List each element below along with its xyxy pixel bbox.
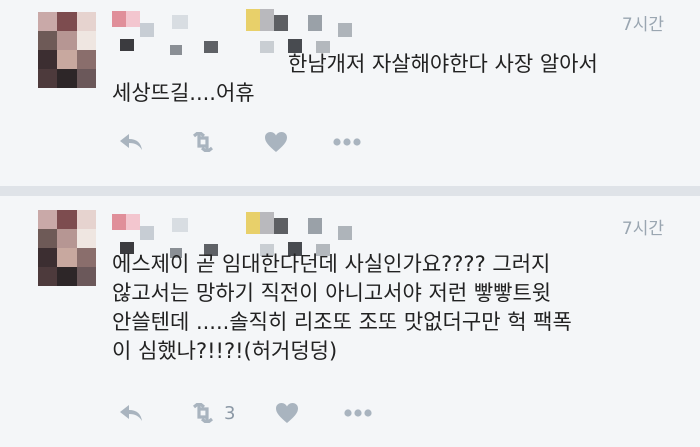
retweet-button[interactable]: [188, 132, 224, 152]
more-icon: [333, 138, 361, 146]
like-button[interactable]: [275, 402, 299, 424]
more-button[interactable]: [332, 137, 362, 147]
avatar[interactable]: [38, 12, 96, 88]
retweet-icon: [193, 403, 213, 423]
tweet-2[interactable]: 7시간 에스제이 곧 임대한다던데 사실인가요???? 그러지 않고서는 망하기…: [0, 196, 700, 447]
more-button[interactable]: [343, 408, 373, 418]
reply-icon: [120, 405, 142, 421]
tweet-text-line-4: 이 심했나?!!?!(허거덩덩): [112, 339, 338, 363]
reply-button[interactable]: [118, 403, 144, 423]
tweet-time[interactable]: 7시간: [622, 214, 664, 239]
tweet-time[interactable]: 7시간: [622, 10, 664, 35]
tweet-text-line-3: 안쓸텐데 .....솔직히 리조또 조또 맛없더구만 헉 팩폭: [112, 310, 572, 334]
like-button[interactable]: [264, 131, 288, 153]
retweet-icon: [193, 132, 213, 152]
retweet-count: 3: [224, 402, 236, 424]
heart-icon: [276, 403, 299, 423]
heart-icon: [265, 132, 287, 152]
retweet-button[interactable]: 3: [188, 403, 235, 424]
reply-icon: [120, 134, 142, 150]
avatar[interactable]: [38, 210, 96, 286]
tweet-text-line-1: 한남개저 자살해야한다 사장 알아서: [288, 52, 598, 76]
tweet-actions: [118, 131, 362, 153]
tweet-1[interactable]: 7시간 한남개저 자살해야한다 사장 알아서 세상뜨길....어휴: [0, 0, 700, 186]
tweet-text-line-2: 세상뜨길....어휴: [112, 81, 255, 105]
more-icon: [344, 409, 373, 417]
tweet-actions: 3: [118, 402, 373, 424]
tweet-text: 한남개저 자살해야한다 사장 알아서 세상뜨길....어휴: [112, 50, 670, 108]
tweet-text: 에스제이 곧 임대한다던데 사실인가요???? 그러지 않고서는 망하기 직전이…: [112, 250, 670, 366]
tweet-text-line-2: 않고서는 망하기 직전이 아니고서야 저런 빻빻트윗: [112, 281, 552, 305]
reply-button[interactable]: [118, 132, 144, 152]
tweet-text-line-1: 에스제이 곧 임대한다던데 사실인가요???? 그러지: [112, 252, 551, 276]
